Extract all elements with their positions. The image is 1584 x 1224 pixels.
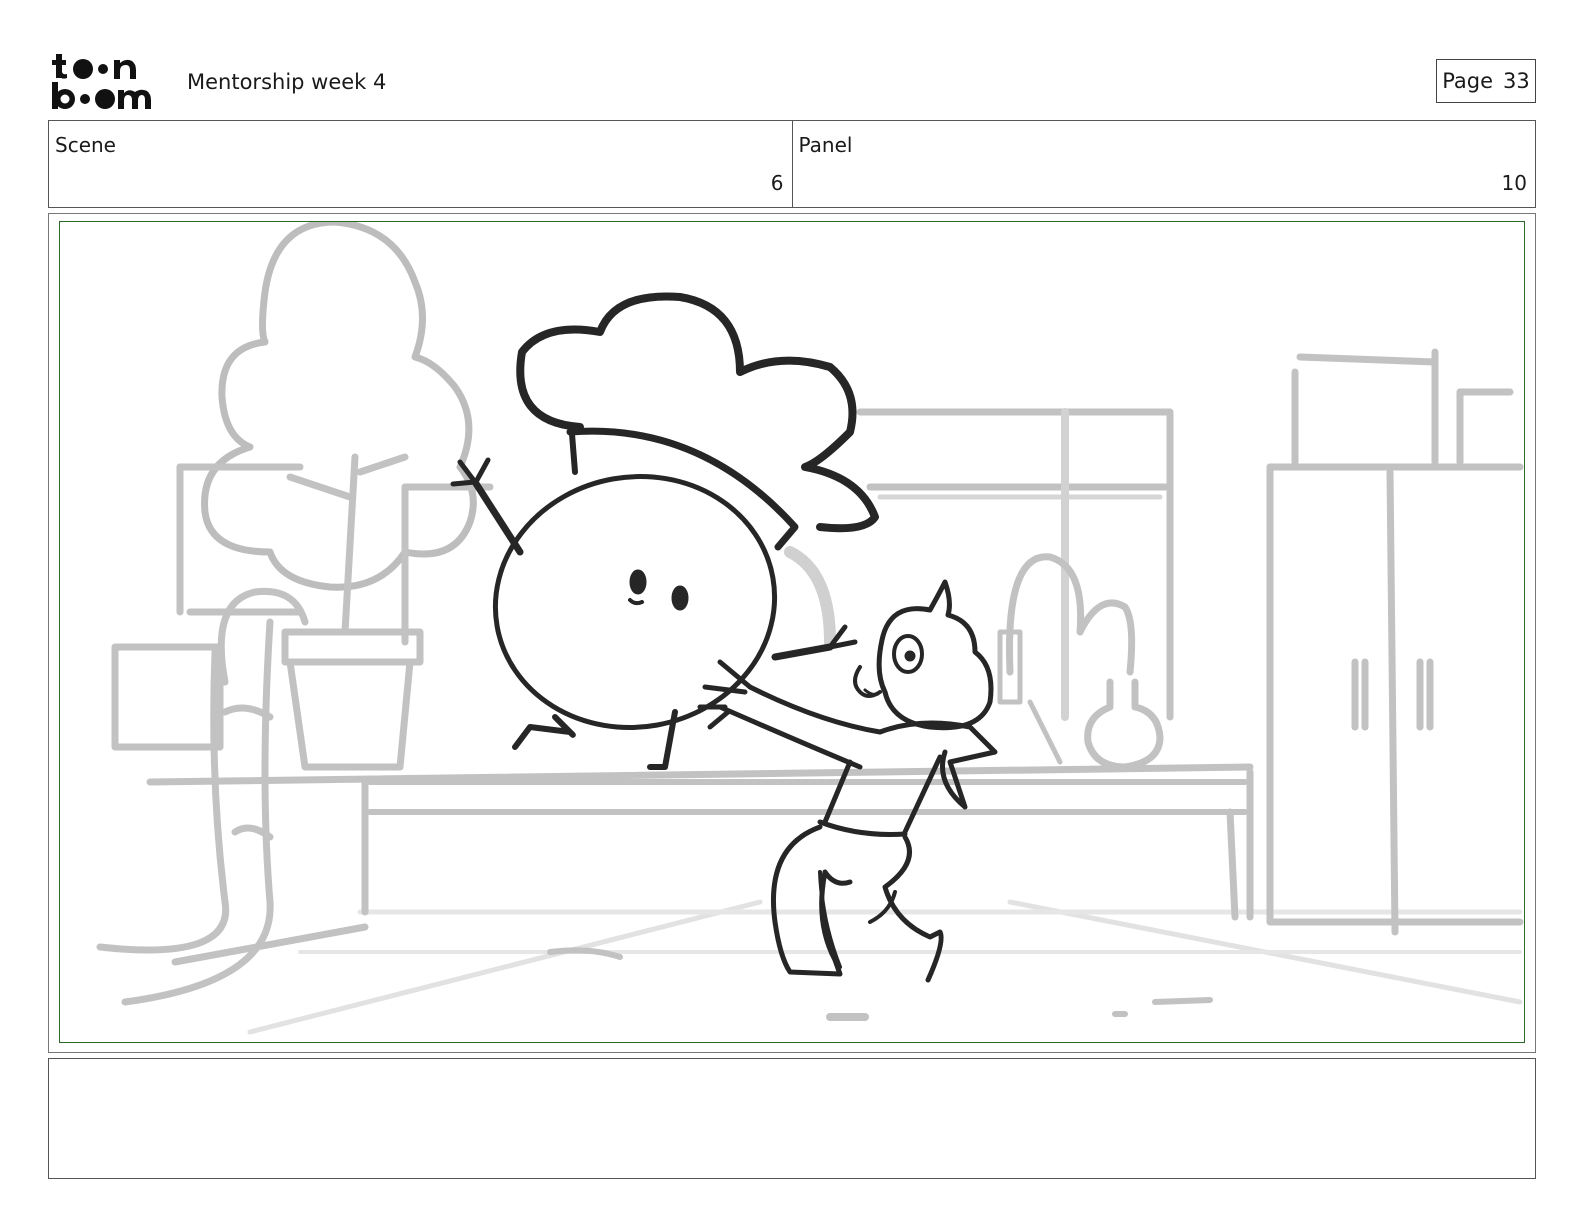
panel-cell: Panel 10 xyxy=(791,121,1536,207)
project-title: Mentorship week 4 xyxy=(187,70,387,94)
panel-notes-box xyxy=(48,1058,1536,1179)
scene-label: Scene xyxy=(55,133,116,157)
kitchen-sketch-illustration xyxy=(96,222,1524,1035)
toon-boom-logo-icon xyxy=(52,54,151,109)
storyboard-drawing xyxy=(59,221,1525,1043)
page-indicator: Page 33 xyxy=(1436,59,1536,103)
panel-label: Panel xyxy=(798,133,853,157)
scene-panel-info: Scene 6 Panel 10 xyxy=(48,120,1536,208)
page-number: 33 xyxy=(1503,69,1530,93)
background-layout-lines xyxy=(96,222,1524,1035)
scene-number: 6 xyxy=(770,171,784,195)
panel-number: 10 xyxy=(1501,171,1527,195)
page-label: Page xyxy=(1442,69,1494,93)
character-lines xyxy=(450,292,998,983)
scene-cell: Scene 6 xyxy=(49,121,792,207)
